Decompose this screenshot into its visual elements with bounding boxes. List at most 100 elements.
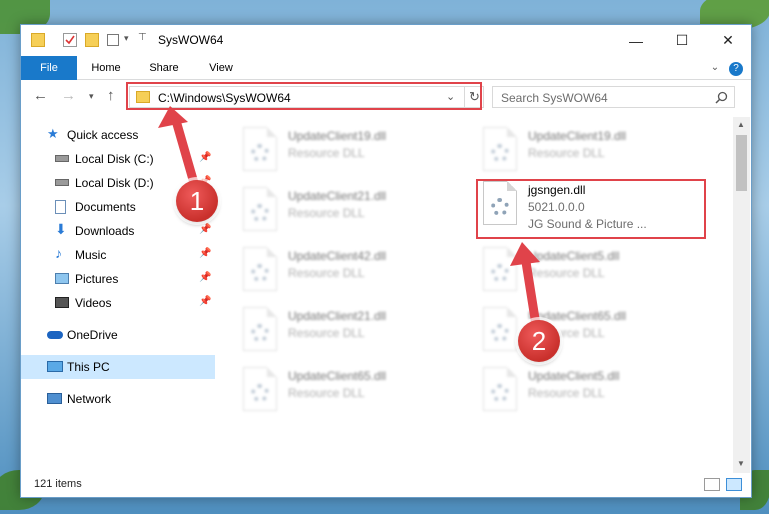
videos-icon [55, 297, 69, 308]
search-placeholder: Search SysWOW64 [501, 91, 608, 105]
dll-file-icon [243, 367, 277, 411]
file-name: UpdateClient5.dll [528, 369, 620, 383]
search-input[interactable]: Search SysWOW64 [492, 86, 735, 108]
download-icon: ⬇ [55, 221, 67, 237]
title-bar: ▾ ⊤ SysWOW64 — ☐ ✕ [21, 25, 751, 56]
file-item[interactable]: UpdateClient19.dll Resource DLL [243, 123, 473, 175]
computer-icon [47, 361, 63, 372]
search-icon [715, 91, 728, 104]
sidebar-item-downloads[interactable]: ⬇ Downloads 📌 [21, 219, 215, 243]
sidebar-item-quick-access[interactable]: ★ Quick access [21, 123, 215, 147]
file-description: Resource DLL [528, 386, 605, 400]
pin-icon[interactable]: 📌 [199, 152, 211, 163]
step-2-badge: 2 [518, 320, 560, 362]
file-item[interactable]: UpdateClient5.dll Resource DLL [483, 363, 713, 415]
file-name: UpdateClient21.dll [288, 309, 387, 323]
pin-icon[interactable]: 📌 [199, 272, 211, 283]
file-description: Resource DLL [288, 266, 365, 280]
sidebar-item-label: Videos [75, 296, 112, 310]
documents-icon [55, 200, 66, 214]
music-icon: ♪ [55, 245, 62, 261]
sidebar-item-onedrive[interactable]: OneDrive [21, 323, 215, 347]
drive-icon [55, 179, 69, 186]
file-item[interactable]: UpdateClient42.dll Resource DLL [243, 243, 473, 295]
dll-file-icon [483, 247, 517, 291]
sidebar-item-label: Local Disk (D:) [75, 176, 154, 190]
sidebar-item-label: OneDrive [67, 328, 118, 342]
tab-file[interactable]: File [21, 56, 77, 80]
back-arrow-icon[interactable]: ← [33, 87, 48, 104]
file-name: UpdateClient21.dll [288, 189, 387, 203]
help-icon[interactable]: ? [727, 56, 745, 80]
file-name: UpdateClient19.dll [528, 129, 627, 143]
dll-file-icon [483, 127, 517, 171]
file-item[interactable]: UpdateClient19.dll Resource DLL [483, 123, 713, 175]
file-item[interactable]: UpdateClient5.dll Resource DLL [483, 243, 713, 295]
dll-file-icon [483, 367, 517, 411]
scroll-down-icon[interactable]: ▼ [737, 459, 745, 468]
file-item[interactable]: UpdateClient65.dll Resource DLL [243, 363, 473, 415]
dll-file-icon [243, 247, 277, 291]
pin-icon[interactable]: 📌 [199, 224, 211, 235]
sidebar-item-local-disk-c[interactable]: Local Disk (C:) 📌 [21, 147, 215, 171]
details-view-icon[interactable] [704, 478, 720, 491]
drive-icon [55, 155, 69, 162]
maximize-button[interactable]: ☐ [659, 25, 705, 56]
customize-toolbar-icon[interactable]: ⊤ [138, 32, 152, 46]
view-icon[interactable] [107, 34, 119, 46]
file-description: Resource DLL [528, 146, 605, 160]
dll-file-icon [243, 127, 277, 171]
ribbon-tabs: File Home Share View ⌄ ? [21, 56, 751, 80]
file-item[interactable]: UpdateClient21.dll Resource DLL [243, 183, 473, 235]
file-name: UpdateClient5.dll [528, 249, 620, 263]
sidebar-item-pictures[interactable]: Pictures 📌 [21, 267, 215, 291]
tab-home[interactable]: Home [81, 56, 131, 80]
star-icon: ★ [47, 126, 59, 141]
folder-icon [31, 33, 45, 47]
sidebar-item-music[interactable]: ♪ Music 📌 [21, 243, 215, 267]
sidebar-item-this-pc[interactable]: This PC [21, 355, 215, 379]
file-name: UpdateClient19.dll [288, 129, 387, 143]
file-item[interactable]: UpdateClient65.dll Resource DLL [483, 303, 713, 355]
up-arrow-icon[interactable]: ↑ [107, 87, 115, 104]
tiles-view-icon[interactable] [726, 478, 742, 491]
file-description: Resource DLL [288, 206, 365, 220]
scroll-up-icon[interactable]: ▲ [737, 120, 745, 129]
window-title: SysWOW64 [158, 33, 224, 47]
step-1-badge: 1 [176, 180, 218, 222]
sidebar-item-label: Quick access [67, 128, 139, 142]
close-button[interactable]: ✕ [705, 25, 751, 56]
forward-arrow-icon[interactable]: → [61, 87, 76, 104]
file-name: UpdateClient65.dll [288, 369, 387, 383]
file-item[interactable]: UpdateClient21.dll Resource DLL [243, 303, 473, 355]
file-highlight [476, 179, 706, 239]
file-name: UpdateClient42.dll [288, 249, 387, 263]
recent-locations-icon[interactable]: ▾ [89, 91, 94, 102]
tab-view[interactable]: View [196, 56, 246, 80]
dll-file-icon [243, 307, 277, 351]
chevron-down-icon[interactable]: ▾ [124, 33, 138, 47]
new-folder-icon[interactable] [85, 33, 99, 47]
tab-share[interactable]: Share [139, 56, 189, 80]
file-description: Resource DLL [288, 146, 365, 160]
dll-file-icon [243, 187, 277, 231]
sidebar-item-label: Downloads [75, 224, 135, 238]
file-list: UpdateClient19.dll Resource DLL UpdateCl… [221, 117, 733, 473]
sidebar-item-label: Local Disk (C:) [75, 152, 154, 166]
file-description: Resource DLL [528, 266, 605, 280]
navigation-pane: ★ Quick access Local Disk (C:) 📌 Local D… [21, 117, 215, 473]
scrollbar-thumb[interactable] [736, 135, 747, 191]
vertical-scrollbar[interactable]: ▲ ▼ [733, 117, 750, 473]
minimize-button[interactable]: — [613, 25, 659, 56]
address-bar-highlight [126, 82, 482, 110]
pin-icon[interactable]: 📌 [199, 296, 211, 307]
pin-icon[interactable]: 📌 [199, 248, 211, 259]
file-description: Resource DLL [288, 326, 365, 340]
sidebar-item-label: Music [75, 248, 107, 262]
sidebar-item-label: Pictures [75, 272, 119, 286]
sidebar-item-network[interactable]: Network [21, 387, 215, 411]
expand-ribbon-icon[interactable]: ⌄ [705, 56, 725, 80]
sidebar-item-videos[interactable]: Videos 📌 [21, 291, 215, 315]
network-icon [47, 393, 62, 404]
properties-icon[interactable] [63, 33, 77, 47]
